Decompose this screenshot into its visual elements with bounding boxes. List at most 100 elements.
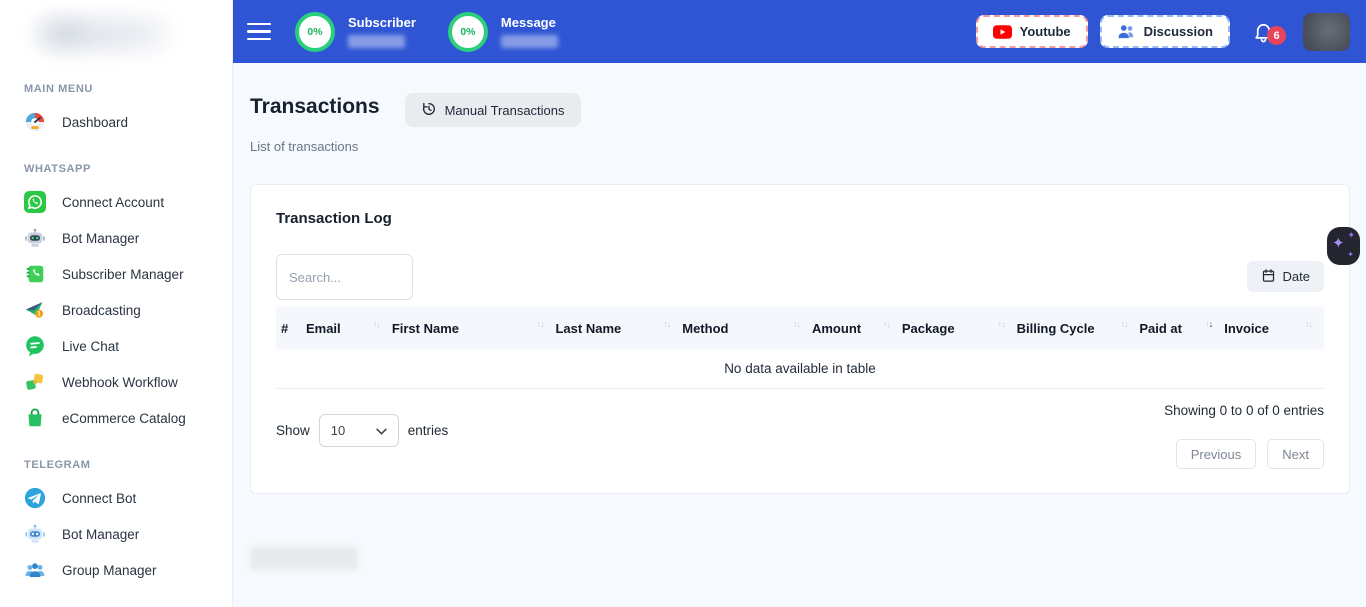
- app-window: MAIN MENUDashboardWHATSAPPConnect Accoun…: [0, 0, 1366, 607]
- sort-icon: ↑↓: [883, 320, 890, 329]
- sort-icon: ↑↓: [1205, 320, 1212, 329]
- sidebar-item-label: Connect Account: [62, 195, 164, 210]
- column-header-method[interactable]: Method↑↓: [682, 321, 812, 336]
- notification-count-badge: 6: [1267, 26, 1286, 45]
- discussion-button-label: Discussion: [1144, 24, 1213, 39]
- sidebar-section-label: TELEGRAM: [24, 459, 220, 471]
- user-avatar[interactable]: [1303, 13, 1350, 51]
- column-header-first-name[interactable]: First Name ↑↓: [392, 321, 556, 336]
- calendar-icon: [1261, 268, 1276, 286]
- sidebar-item-label: Bot Manager: [62, 231, 139, 246]
- top-bar: 0% Subscriber 0% Message: [233, 0, 1366, 63]
- discussion-users-icon: [1117, 24, 1136, 40]
- youtube-button-label: Youtube: [1020, 24, 1071, 39]
- message-stat: 0% Message: [448, 12, 558, 52]
- date-button-label: Date: [1283, 269, 1310, 284]
- dashboard-icon: [24, 111, 46, 133]
- main-content: Transactions Manual Transactions List of…: [233, 63, 1366, 607]
- sidebar-item-subscriber-manager[interactable]: Subscriber Manager: [24, 256, 220, 292]
- next-page-button[interactable]: Next: [1267, 439, 1324, 469]
- notifications-button[interactable]: 6: [1252, 20, 1275, 43]
- sort-icon: ↑↓: [998, 320, 1005, 329]
- sidebar-item-label: Subscriber Manager: [62, 267, 184, 282]
- sidebar-item-label: Dashboard: [62, 115, 128, 130]
- sidebar-item-group-manager[interactable]: Group Manager: [24, 552, 220, 588]
- sort-icon: ↑↓: [536, 320, 543, 329]
- column-header-last-name[interactable]: Last Name ↑↓: [555, 321, 682, 336]
- showing-entries-text: Showing 0 to 0 of 0 entries: [1164, 403, 1324, 418]
- sidebar-item-bot-manager[interactable]: Bot Manager: [24, 220, 220, 256]
- manual-transactions-button[interactable]: Manual Transactions: [405, 93, 581, 127]
- column-label: Paid at: [1139, 321, 1182, 336]
- subscriber-percent: 0%: [307, 26, 322, 38]
- contacts-icon: [24, 263, 46, 285]
- sidebar: MAIN MENUDashboardWHATSAPPConnect Accoun…: [0, 0, 233, 607]
- youtube-button[interactable]: Youtube: [976, 15, 1088, 48]
- subscriber-stat: 0% Subscriber: [295, 12, 416, 52]
- entries-label: entries: [408, 423, 449, 438]
- column-header-email[interactable]: Email ↑↓: [306, 321, 392, 336]
- chevron-down-icon: [376, 423, 387, 438]
- sidebar-item-connect-bot[interactable]: Connect Bot: [24, 480, 220, 516]
- sparkle-icon: ✦: [1332, 236, 1345, 251]
- column-label: #: [281, 321, 288, 336]
- show-label: Show: [276, 423, 310, 438]
- sidebar-item-live-chat[interactable]: Live Chat: [24, 328, 220, 364]
- ai-assistant-button[interactable]: ✦ ✦ ✦: [1327, 227, 1360, 265]
- column-label: Last Name: [555, 321, 621, 336]
- table-empty-message: No data available in table: [276, 349, 1324, 389]
- sidebar-item-broadcasting[interactable]: 1 Broadcasting: [24, 292, 220, 328]
- sidebar-item-bot-manager[interactable]: Bot Manager: [24, 516, 220, 552]
- group-icon: [24, 559, 46, 581]
- search-input[interactable]: [276, 254, 413, 300]
- megaphone-icon: 1: [24, 299, 46, 321]
- sidebar-item-dashboard[interactable]: Dashboard: [24, 104, 220, 140]
- message-label: Message: [501, 15, 558, 30]
- hamburger-menu-icon[interactable]: [247, 23, 271, 41]
- sidebar-item-ecommerce-catalog[interactable]: eCommerce Catalog: [24, 400, 220, 436]
- column-header-package[interactable]: Package ↑↓: [902, 321, 1017, 336]
- column-label: First Name: [392, 321, 459, 336]
- message-value-blurred: [501, 35, 558, 48]
- column-label: Package: [902, 321, 955, 336]
- message-percent: 0%: [460, 26, 475, 38]
- sort-icon: ↑↓: [663, 320, 670, 329]
- sparkle-icon: ✦: [1347, 231, 1355, 240]
- sort-icon: ↑↓: [373, 320, 380, 329]
- previous-page-button[interactable]: Previous: [1176, 439, 1257, 469]
- sort-icon: ↑↓: [1305, 320, 1312, 329]
- manual-transactions-label: Manual Transactions: [445, 103, 565, 118]
- sort-icon: ↑↓: [1120, 320, 1127, 329]
- sidebar-item-webhook-workflow[interactable]: Webhook Workflow: [24, 364, 220, 400]
- transaction-log-card: Transaction Log Date #Email↑↓First Name↑…: [250, 184, 1350, 494]
- sidebar-item-label: Group Manager: [62, 563, 157, 578]
- column-header--: #: [276, 321, 306, 336]
- column-header-billing-cycle[interactable]: Billing Cycle ↑↓: [1017, 321, 1140, 336]
- sidebar-item-label: Connect Bot: [62, 491, 136, 506]
- column-header-paid-at[interactable]: Paid at ↑↓: [1139, 321, 1224, 336]
- youtube-icon: [993, 25, 1012, 39]
- shopping-bag-icon: [24, 407, 46, 429]
- page-size-select[interactable]: 10: [319, 414, 399, 447]
- sidebar-item-label: Live Chat: [62, 339, 119, 354]
- page-subtitle: List of transactions: [250, 139, 1350, 154]
- chat-icon: [24, 335, 46, 357]
- sidebar-item-connect-account[interactable]: Connect Account: [24, 184, 220, 220]
- page-title: Transactions: [250, 95, 380, 119]
- telegram-icon: [24, 487, 46, 509]
- column-label: Amount: [812, 321, 861, 336]
- sidebar-section-label: MAIN MENU: [24, 83, 220, 95]
- discussion-button[interactable]: Discussion: [1100, 15, 1230, 48]
- column-header-amount[interactable]: Amount ↑↓: [812, 321, 902, 336]
- footer-text-blurred: [250, 547, 358, 570]
- sidebar-item-label: eCommerce Catalog: [62, 411, 186, 426]
- page-size-value: 10: [331, 423, 345, 438]
- column-header-invoice[interactable]: Invoice ↑↓: [1224, 321, 1324, 336]
- robot-icon: [24, 227, 46, 249]
- date-filter-button[interactable]: Date: [1247, 261, 1324, 292]
- sidebar-item-label: Broadcasting: [62, 303, 141, 318]
- app-logo: [16, 8, 194, 60]
- column-label: Billing Cycle: [1017, 321, 1095, 336]
- column-label: Invoice: [1224, 321, 1269, 336]
- column-label: Email: [306, 321, 341, 336]
